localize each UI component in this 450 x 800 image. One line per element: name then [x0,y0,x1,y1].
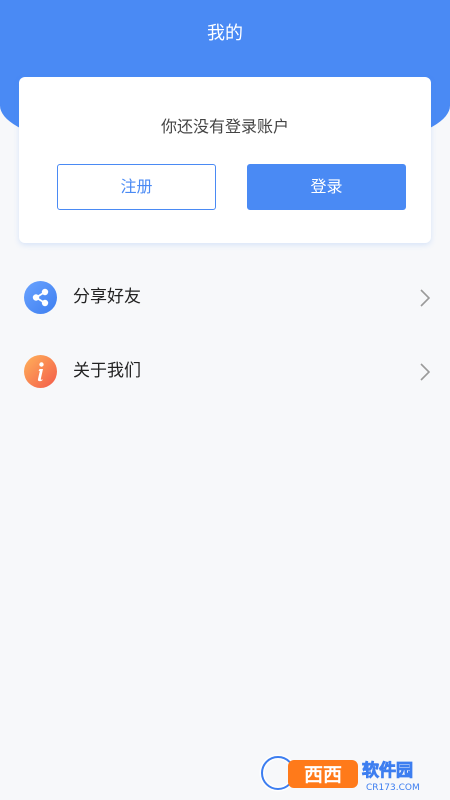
svg-text:CR173.COM: CR173.COM [366,783,420,793]
register-button[interactable]: 注册 [57,164,216,210]
login-card: 你还没有登录账户 注册 登录 [19,77,431,243]
svg-text:西西: 西西 [304,764,342,786]
svg-text:软件园: 软件园 [362,760,413,781]
share-icon [24,281,57,314]
menu-item-label: 关于我们 [73,361,141,381]
info-icon [24,355,57,388]
chevron-right-icon [420,289,431,307]
profile-screen: 我的 你还没有登录账户 注册 登录 分享好友 关于我们 西西 软件园 CR173… [0,0,450,800]
chevron-right-icon [420,363,431,381]
menu-item-about[interactable]: 关于我们 [0,347,450,397]
login-button[interactable]: 登录 [247,164,406,210]
menu-item-share[interactable]: 分享好友 [0,273,450,323]
menu-item-label: 分享好友 [73,287,141,307]
watermark-logo: 西西 软件园 CR173.COM [258,752,434,794]
page-title: 我的 [207,23,243,44]
login-prompt: 你还没有登录账户 [160,117,289,136]
